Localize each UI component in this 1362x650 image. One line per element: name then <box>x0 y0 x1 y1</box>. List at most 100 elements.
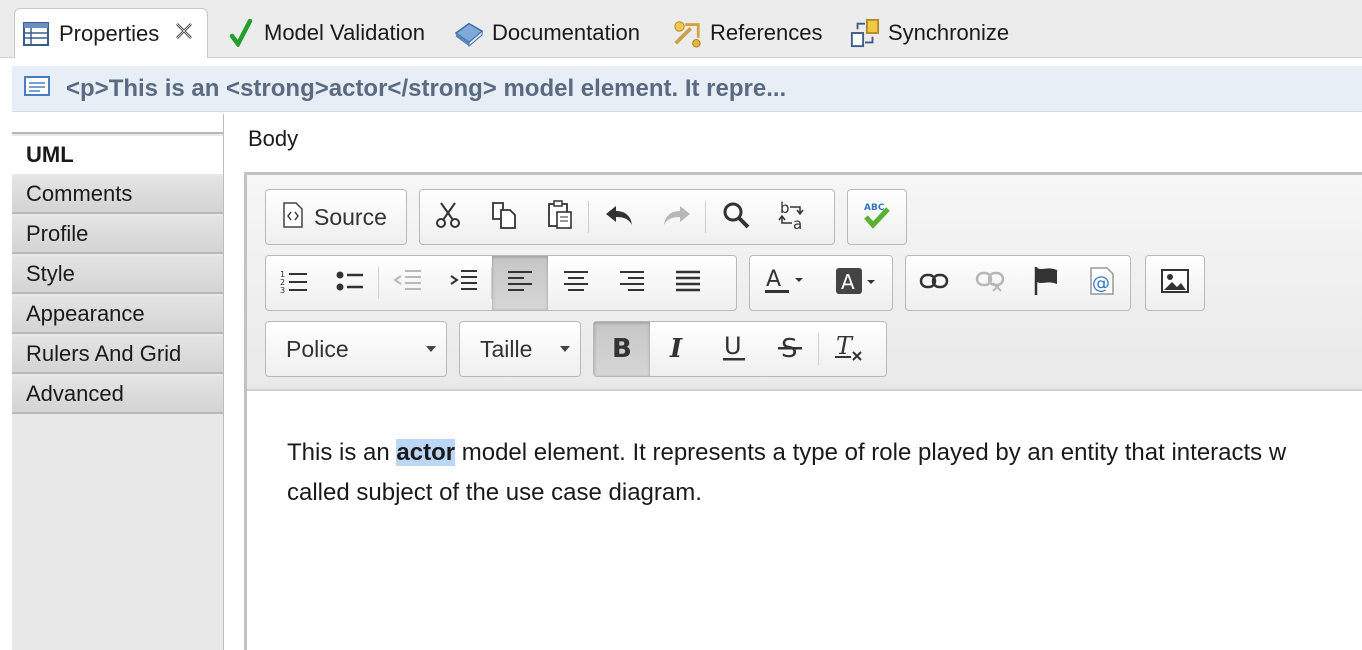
source-icon <box>282 201 304 233</box>
editor-content[interactable]: This is an actor model element. It repre… <box>287 433 1362 513</box>
bold-icon: B <box>610 333 634 366</box>
underline-button[interactable]: U <box>706 322 762 376</box>
clipboard-group: ba <box>419 189 835 245</box>
category-appearance[interactable]: Appearance <box>12 296 223 334</box>
copy-icon <box>491 201 517 234</box>
tab-model-validation[interactable]: Model Validation <box>226 8 425 58</box>
copy-button[interactable] <box>476 190 532 244</box>
email-link-button[interactable]: @ <box>1074 256 1130 310</box>
font-family-select[interactable]: Police <box>265 321 447 377</box>
email-icon: @ <box>1087 266 1117 301</box>
category-rulers-and-grid[interactable]: Rulers And Grid <box>12 336 223 374</box>
strikethrough-icon: S <box>778 333 802 366</box>
flag-icon <box>1033 266 1059 301</box>
replace-button[interactable]: ba <box>766 190 820 244</box>
align-right-button[interactable] <box>604 256 660 310</box>
undo-button[interactable] <box>589 190 649 244</box>
editor-toolbar: Source ba ABC 1 2 3 A A @ Police Taille … <box>247 175 1362 391</box>
source-button[interactable]: Source <box>266 190 406 244</box>
category-comments[interactable]: Comments <box>12 176 223 214</box>
svg-text:b: b <box>780 199 790 217</box>
svg-text:I: I <box>669 334 683 361</box>
content-text: model element. It represents a type of r… <box>455 439 1287 466</box>
comment-element-icon <box>24 76 50 101</box>
font-family-value: Police <box>286 335 349 362</box>
source-label: Source <box>314 203 387 230</box>
italic-button[interactable]: I <box>650 322 706 376</box>
tab-label: Properties <box>59 20 160 46</box>
category-spacer <box>12 114 223 134</box>
property-categories: UML Comments Profile Style Appearance Ru… <box>12 114 224 650</box>
background-color-button[interactable]: A <box>822 256 892 310</box>
italic-icon: I <box>666 333 690 366</box>
numbered-list-button[interactable]: 123 <box>266 256 322 310</box>
chevron-down-icon <box>560 346 570 352</box>
align-center-button[interactable] <box>548 256 604 310</box>
bold-button[interactable]: B <box>594 322 650 376</box>
insert-image-button[interactable] <box>1146 256 1204 310</box>
spellcheck-icon: ABC <box>860 199 894 236</box>
text-color-button[interactable]: A <box>750 256 822 310</box>
basic-styles-group: B I U S T <box>593 321 887 377</box>
category-profile[interactable]: Profile <box>12 216 223 254</box>
tab-label: Synchronize <box>888 20 1010 45</box>
cut-button[interactable] <box>420 190 476 244</box>
body-label: Body <box>248 126 299 151</box>
remove-format-button[interactable]: T <box>819 322 879 376</box>
tab-properties[interactable]: Properties <box>14 8 209 58</box>
redo-button[interactable] <box>649 190 705 244</box>
indent-icon <box>449 269 477 298</box>
bulleted-list-button[interactable] <box>322 256 378 310</box>
font-size-select[interactable]: Taille <box>459 321 581 377</box>
align-right-icon <box>619 269 645 298</box>
align-left-button[interactable] <box>492 256 548 310</box>
svg-text:a: a <box>793 215 802 231</box>
svg-text:3: 3 <box>280 286 285 294</box>
spellcheck-group: ABC <box>847 189 907 245</box>
justify-icon <box>675 269 701 298</box>
svg-text:U: U <box>724 332 742 360</box>
paste-button[interactable] <box>532 190 588 244</box>
green-check-icon <box>226 18 256 48</box>
tab-label: References <box>710 20 823 45</box>
background-color-icon: A <box>835 266 879 301</box>
properties-title-bar: <p>This is an <strong>actor</strong> mod… <box>12 66 1362 112</box>
replace-icon: ba <box>778 199 808 236</box>
tab-references[interactable]: References <box>672 8 823 58</box>
synchronize-icon <box>850 18 880 48</box>
content-line-2: called subject of the use case diagram. <box>287 479 702 506</box>
text-color-icon: A <box>764 266 808 301</box>
spellcheck-button[interactable]: ABC <box>848 190 906 244</box>
svg-text:A: A <box>766 267 781 292</box>
anchor-button[interactable] <box>1018 256 1074 310</box>
magnifier-icon <box>722 201 750 234</box>
page-title: <p>This is an <strong>actor</strong> mod… <box>66 74 787 102</box>
unlink-icon <box>975 269 1005 298</box>
category-uml[interactable]: UML <box>12 136 223 174</box>
indent-button[interactable] <box>435 256 491 310</box>
clipboard-icon <box>547 199 573 235</box>
outdent-button[interactable] <box>379 256 435 310</box>
link-button[interactable] <box>906 256 962 310</box>
book-icon <box>454 18 484 48</box>
justify-button[interactable] <box>660 256 716 310</box>
link-group: @ <box>905 255 1131 311</box>
redo-icon <box>662 204 692 231</box>
content-line-1: This is an actor model element. It repre… <box>287 433 1362 473</box>
bulleted-list-icon <box>336 268 364 299</box>
unlink-button[interactable] <box>962 256 1018 310</box>
find-button[interactable] <box>706 190 766 244</box>
category-style[interactable]: Style <box>12 256 223 294</box>
scissors-icon <box>435 201 461 234</box>
references-icon <box>672 18 702 48</box>
numbered-list-icon: 123 <box>280 268 308 299</box>
align-left-icon <box>507 269 533 298</box>
tab-synchronize[interactable]: Synchronize <box>850 8 1009 58</box>
strikethrough-button[interactable]: S <box>762 322 818 376</box>
tab-documentation[interactable]: Documentation <box>454 8 640 58</box>
close-icon[interactable] <box>173 20 195 48</box>
properties-table-icon <box>21 19 51 49</box>
category-advanced[interactable]: Advanced <box>12 376 223 414</box>
undo-icon <box>604 204 634 231</box>
underline-icon: U <box>722 332 746 367</box>
